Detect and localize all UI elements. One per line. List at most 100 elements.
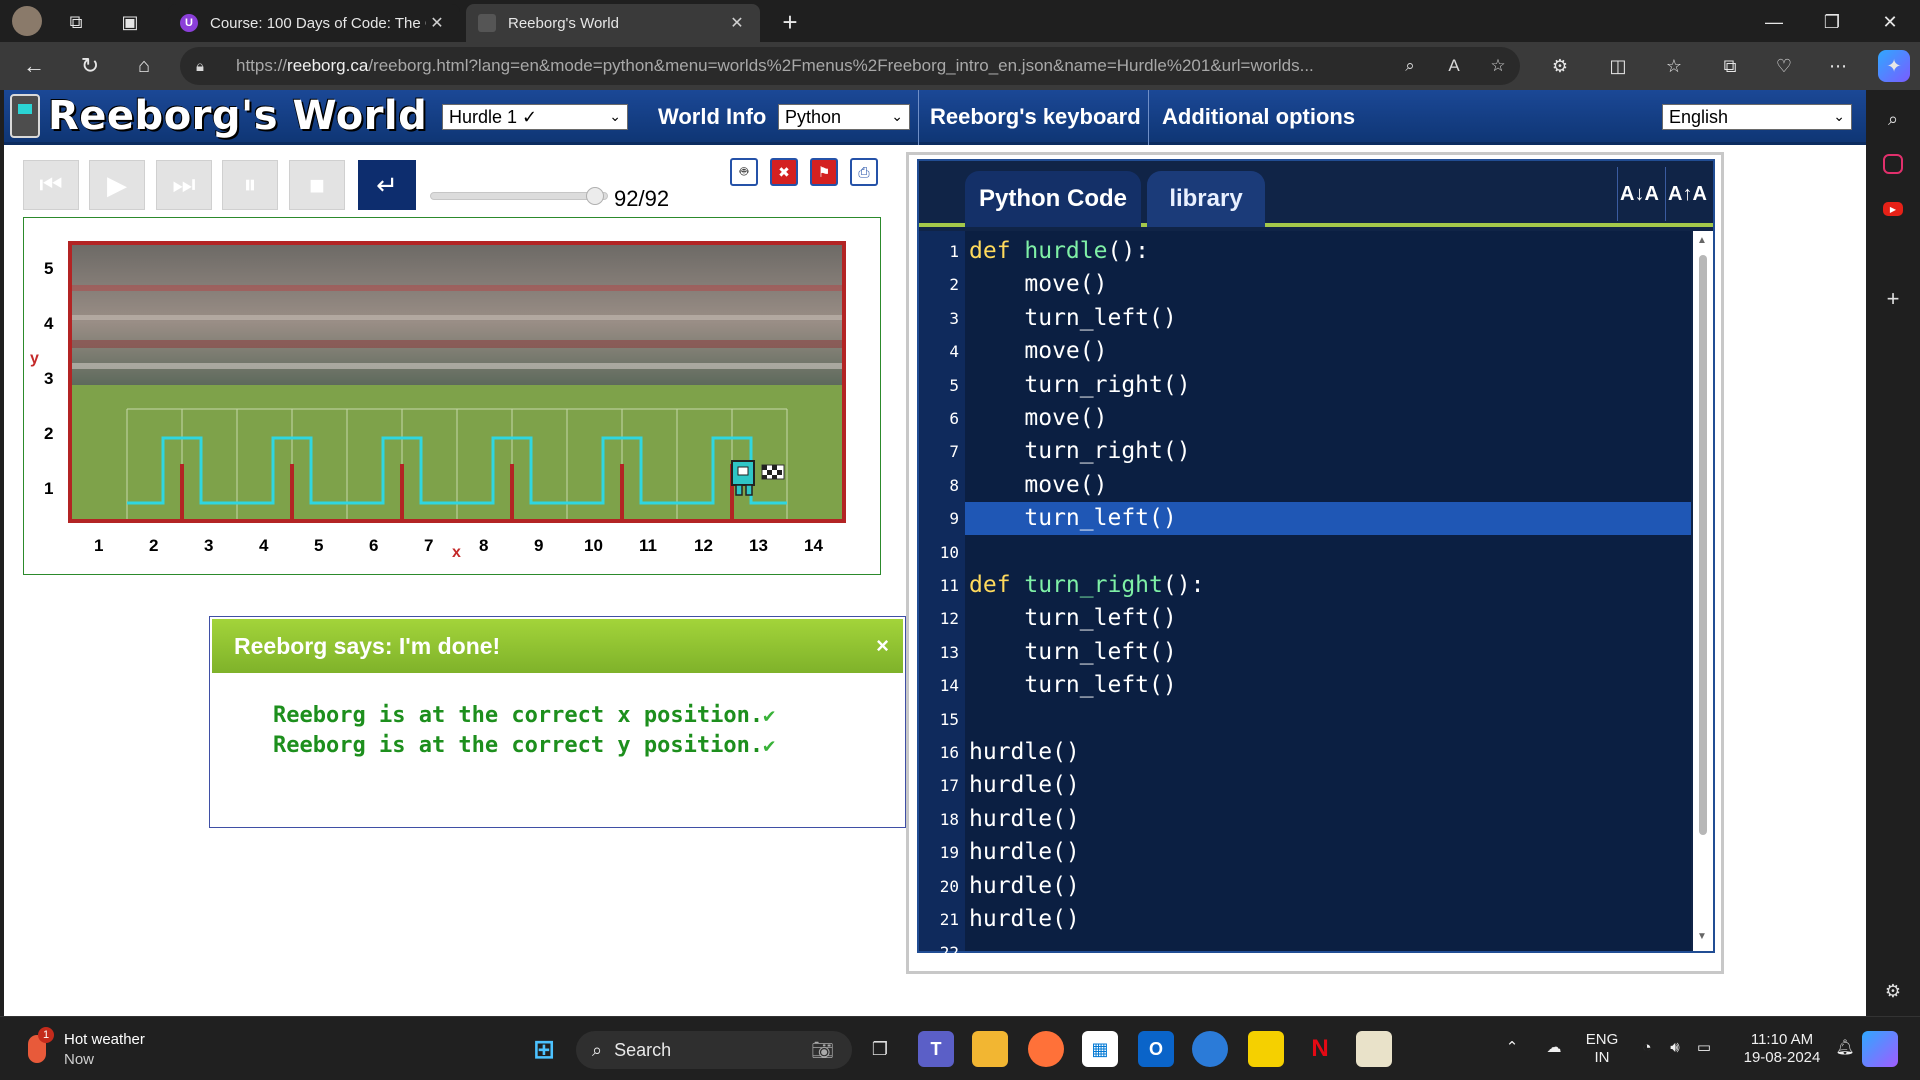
speed-slider-thumb[interactable] bbox=[586, 187, 604, 205]
sticky-notes-icon[interactable] bbox=[1248, 1031, 1284, 1067]
task-view-icon[interactable]: ❐ bbox=[862, 1031, 898, 1067]
code-line[interactable]: turn_left() bbox=[965, 669, 1691, 702]
code-line[interactable]: hurdle() bbox=[965, 903, 1691, 936]
copilot-taskbar-icon[interactable] bbox=[1862, 1031, 1898, 1067]
tab-reeborg[interactable]: Reeborg's World ✕ bbox=[466, 4, 760, 42]
add-icon[interactable]: + bbox=[1880, 286, 1906, 312]
code-line[interactable]: turn_left() bbox=[965, 602, 1691, 635]
close-dialog-button[interactable]: × bbox=[876, 633, 889, 659]
code-editor[interactable]: def hurdle(): move() turn_left() move() … bbox=[965, 231, 1691, 951]
run-button[interactable]: ▶ bbox=[89, 160, 145, 210]
speed-slider-track[interactable] bbox=[430, 192, 608, 200]
scroll-down-icon[interactable]: ▼ bbox=[1697, 931, 1707, 942]
editor-scrollbar[interactable]: ▲ ▼ bbox=[1693, 231, 1713, 951]
workspaces-icon[interactable]: ⧉ bbox=[62, 8, 90, 36]
code-line[interactable]: hurdle() bbox=[965, 769, 1691, 802]
copilot-icon[interactable]: ✦ bbox=[1878, 50, 1910, 82]
show-hidden-icons[interactable]: ⌃ bbox=[1502, 1039, 1522, 1057]
wifi-icon[interactable]: ◔ bbox=[1636, 1039, 1658, 1057]
pause-button[interactable]: ⏸ bbox=[222, 160, 278, 210]
code-line[interactable]: def turn_right(): bbox=[965, 569, 1691, 602]
code-line[interactable]: move() bbox=[965, 402, 1691, 435]
edge-icon[interactable] bbox=[1192, 1031, 1228, 1067]
print-tool-icon[interactable]: ⎙ bbox=[850, 158, 878, 186]
clock[interactable]: 11:10 AM 19-08-2024 bbox=[1734, 1031, 1830, 1067]
close-window-icon[interactable]: ✕ bbox=[1876, 8, 1904, 36]
onedrive-icon[interactable]: ☁ bbox=[1542, 1039, 1566, 1057]
scroll-thumb[interactable] bbox=[1699, 255, 1707, 835]
zoom-icon[interactable]: ⌕ bbox=[1388, 56, 1432, 76]
ui-language-select[interactable]: English ⌄ bbox=[1662, 104, 1852, 130]
refresh-icon[interactable]: ↻ bbox=[76, 52, 104, 80]
settings-icon[interactable]: ⚙ bbox=[1880, 978, 1906, 1004]
extensions-icon[interactable]: ⚙ bbox=[1546, 52, 1574, 80]
code-line[interactable]: move() bbox=[965, 335, 1691, 368]
split-screen-icon[interactable]: ◫ bbox=[1604, 52, 1632, 80]
home-icon[interactable]: ⌂ bbox=[130, 52, 158, 80]
code-line[interactable]: hurdle() bbox=[965, 836, 1691, 869]
battery-icon[interactable]: ▭ bbox=[1692, 1039, 1716, 1057]
stop-button[interactable]: ■ bbox=[289, 160, 345, 210]
volume-icon[interactable]: 🔊︎ bbox=[1664, 1039, 1686, 1057]
firefox-icon[interactable] bbox=[1028, 1031, 1064, 1067]
favorite-star-icon[interactable]: ☆ bbox=[1476, 56, 1520, 76]
reload-button[interactable]: ↵ bbox=[358, 160, 416, 210]
instagram-icon[interactable] bbox=[1883, 154, 1903, 174]
health-icon[interactable]: ♡ bbox=[1770, 52, 1798, 80]
teams-icon[interactable]: T bbox=[918, 1031, 954, 1067]
code-line[interactable] bbox=[965, 936, 1691, 951]
taskbar-search[interactable]: ⌕ Search 📷︎ bbox=[576, 1031, 852, 1069]
more-menu-icon[interactable]: ⋯ bbox=[1824, 52, 1852, 80]
file-explorer-icon[interactable] bbox=[972, 1031, 1008, 1067]
code-line[interactable]: move() bbox=[965, 268, 1691, 301]
profile-avatar[interactable] bbox=[12, 6, 42, 36]
reverse-step-button[interactable]: ⏮ bbox=[23, 160, 79, 210]
read-aloud-icon[interactable]: A bbox=[1432, 56, 1476, 76]
scroll-up-icon[interactable]: ▲ bbox=[1697, 235, 1707, 246]
code-line[interactable]: hurdle() bbox=[965, 803, 1691, 836]
code-line[interactable]: turn_right() bbox=[965, 369, 1691, 402]
code-line[interactable] bbox=[965, 703, 1691, 736]
code-line[interactable]: hurdle() bbox=[965, 736, 1691, 769]
increase-font-button[interactable]: A↑A bbox=[1665, 167, 1709, 221]
code-line[interactable]: turn_left() bbox=[965, 636, 1691, 669]
flag-tool-icon[interactable]: ⚑ bbox=[810, 158, 838, 186]
code-line[interactable]: turn_right() bbox=[965, 435, 1691, 468]
step-button[interactable]: ⏭ bbox=[156, 160, 212, 210]
world-select[interactable]: Hurdle 1 ✓ ⌄ bbox=[442, 104, 628, 130]
code-line[interactable]: turn_left() bbox=[965, 502, 1691, 536]
robot-tool-icon[interactable]: 🤖︎ bbox=[730, 158, 758, 186]
close-tab-icon[interactable]: ✕ bbox=[426, 13, 448, 33]
outlook-icon[interactable]: O bbox=[1138, 1031, 1174, 1067]
code-line[interactable]: turn_left() bbox=[965, 302, 1691, 335]
tab-course[interactable]: U Course: 100 Days of Code: The C ✕ bbox=[168, 4, 460, 42]
notepad-icon[interactable] bbox=[1356, 1031, 1392, 1067]
weather-widget[interactable]: 1 Hot weather Now bbox=[22, 1027, 172, 1071]
code-line[interactable] bbox=[965, 536, 1691, 569]
tab-library[interactable]: library bbox=[1147, 171, 1265, 227]
menu-additional-options[interactable]: Additional options bbox=[1154, 100, 1363, 134]
search-icon[interactable]: ⌕ bbox=[1880, 106, 1906, 132]
menu-keyboard[interactable]: Reeborg's keyboard bbox=[922, 100, 1149, 134]
url-field[interactable]: 🔒︎ https://reeborg.ca/reeborg.html?lang=… bbox=[180, 47, 1520, 85]
netflix-icon[interactable]: N bbox=[1302, 1031, 1338, 1067]
tab-actions-icon[interactable]: ▣ bbox=[116, 8, 144, 36]
new-tab-icon[interactable]: + bbox=[776, 7, 804, 37]
collections-icon[interactable]: ⧉ bbox=[1716, 52, 1744, 80]
start-button[interactable]: ⊞ bbox=[526, 1031, 562, 1067]
language-indicator[interactable]: ENG IN bbox=[1582, 1031, 1622, 1067]
language-select[interactable]: Python ⌄ bbox=[778, 104, 910, 130]
decrease-font-button[interactable]: A↓A bbox=[1617, 167, 1661, 221]
menu-world-info[interactable]: World Info bbox=[650, 100, 774, 134]
notifications-icon[interactable]: 🔔︎ bbox=[1834, 1039, 1856, 1057]
microsoft-store-icon[interactable]: ▦ bbox=[1082, 1031, 1118, 1067]
code-line[interactable]: move() bbox=[965, 469, 1691, 502]
code-line[interactable]: def hurdle(): bbox=[965, 235, 1691, 268]
minimize-icon[interactable]: — bbox=[1760, 8, 1788, 36]
code-line[interactable]: hurdle() bbox=[965, 870, 1691, 903]
restore-icon[interactable]: ❐ bbox=[1818, 8, 1846, 36]
tab-python-code[interactable]: Python Code bbox=[965, 171, 1141, 227]
remove-tool-icon[interactable]: ✖ bbox=[770, 158, 798, 186]
favorites-icon[interactable]: ☆ bbox=[1660, 52, 1688, 80]
back-icon[interactable]: ← bbox=[20, 52, 48, 80]
